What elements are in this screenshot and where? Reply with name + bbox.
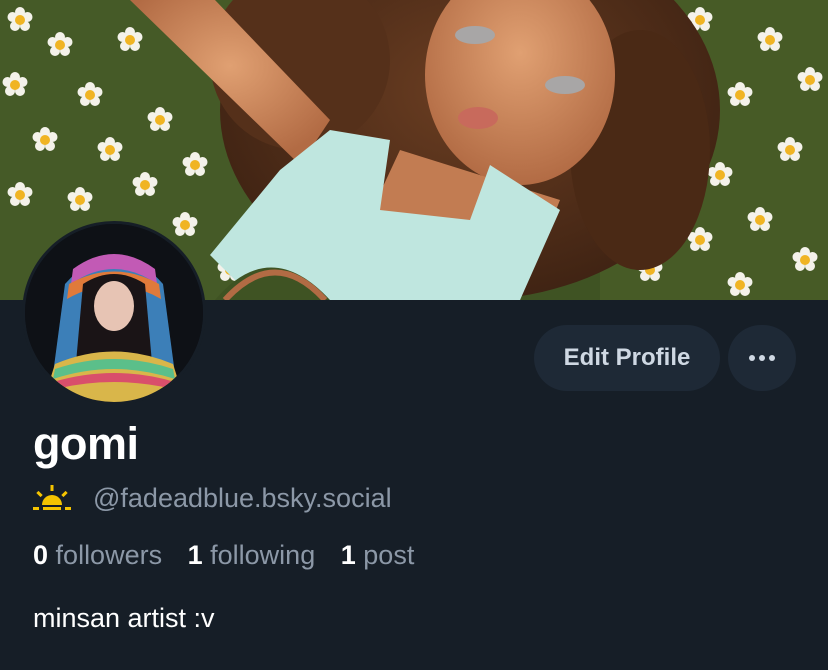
display-name: gomi <box>33 418 139 469</box>
followers-count: 0 <box>33 540 49 570</box>
following-link[interactable]: 1 following <box>188 540 316 571</box>
sunrise-icon <box>33 485 71 510</box>
posts-label: post <box>363 540 415 570</box>
more-options-button[interactable] <box>728 325 796 391</box>
following-label: following <box>210 540 316 570</box>
ellipsis-icon <box>749 355 775 361</box>
edit-profile-button[interactable]: Edit Profile <box>534 325 720 391</box>
profile-stats: 0 followers 1 following 1 post <box>33 540 432 571</box>
profile-page: Edit Profile gomi @fadeadblue.bsky.socia… <box>0 0 828 670</box>
avatar-image <box>25 224 203 402</box>
bio: minsan artist :v <box>33 603 215 633</box>
posts-stat: 1 post <box>341 540 415 571</box>
posts-count: 1 <box>340 540 356 570</box>
handle-row: @fadeadblue.bsky.social <box>33 480 392 516</box>
following-count: 1 <box>187 540 203 570</box>
followers-link[interactable]: 0 followers <box>33 540 162 571</box>
handle: @fadeadblue.bsky.social <box>93 482 392 513</box>
avatar[interactable] <box>22 221 206 405</box>
followers-label: followers <box>55 540 163 570</box>
